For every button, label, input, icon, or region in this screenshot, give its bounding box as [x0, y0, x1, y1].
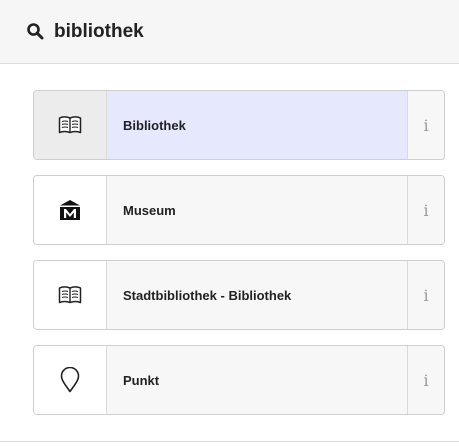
book-icon: [58, 286, 82, 304]
preset-label: Stadtbibliothek - Bibliothek: [123, 287, 292, 303]
preset-icon-cell: [34, 261, 107, 329]
preset-icon-cell: [34, 346, 107, 414]
book-icon: [58, 116, 82, 134]
info-button[interactable]: i: [407, 176, 444, 244]
info-button[interactable]: i: [407, 91, 444, 159]
preset-item-museum[interactable]: Museum i: [33, 175, 445, 245]
museum-icon: [60, 200, 80, 220]
map-pin-icon: [60, 367, 80, 393]
preset-icon-cell: [34, 91, 107, 159]
preset-label: Museum: [123, 202, 176, 218]
search-icon: [27, 23, 44, 40]
preset-label: Bibliothek: [107, 91, 407, 159]
preset-item-stadtbibliothek[interactable]: Stadtbibliothek - Bibliothek i: [33, 260, 445, 330]
search-input[interactable]: [54, 16, 434, 48]
preset-label: Punkt: [123, 372, 160, 388]
preset-item-bibliothek[interactable]: Bibliothek i: [33, 90, 445, 160]
info-button[interactable]: i: [407, 261, 444, 329]
search-header: [0, 0, 459, 64]
info-button[interactable]: i: [407, 346, 444, 414]
bottom-divider: [0, 441, 459, 442]
preset-icon-cell: [34, 176, 107, 244]
preset-results-list: Bibliothek i Museum i Stadtbibliothek - …: [33, 90, 445, 430]
preset-item-punkt[interactable]: Punkt i: [33, 345, 445, 415]
